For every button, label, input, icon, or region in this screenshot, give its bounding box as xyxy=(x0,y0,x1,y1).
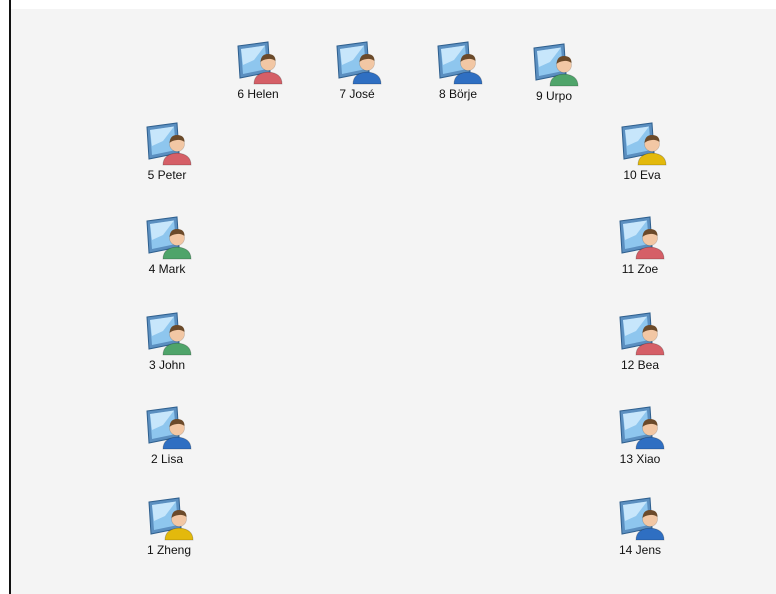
station-label: 11 Zoe xyxy=(621,262,659,276)
classroom-layout: 6 Helen 7 José 8 Börje 9 Urpo 5 Peter 4 … xyxy=(11,9,776,594)
station-label: 12 Bea xyxy=(620,358,660,372)
student-computer-icon xyxy=(232,40,284,86)
station-8[interactable]: 8 Börje xyxy=(418,40,498,106)
station-11[interactable]: 11 Zoe xyxy=(600,215,680,281)
student-computer-icon xyxy=(614,215,666,261)
student-computer-icon xyxy=(614,405,666,451)
student-computer-icon xyxy=(528,42,580,88)
student-computer-icon xyxy=(614,496,666,542)
station-13[interactable]: 13 Xiao xyxy=(600,405,680,471)
student-computer-icon xyxy=(331,40,383,86)
station-label: 4 Mark xyxy=(148,262,186,276)
station-12[interactable]: 12 Bea xyxy=(600,311,680,377)
station-6[interactable]: 6 Helen xyxy=(218,40,298,106)
student-computer-icon xyxy=(614,311,666,357)
station-5[interactable]: 5 Peter xyxy=(127,121,207,187)
student-computer-icon xyxy=(141,121,193,167)
station-3[interactable]: 3 John xyxy=(127,311,207,377)
station-14[interactable]: 14 Jens xyxy=(600,496,680,562)
station-9[interactable]: 9 Urpo xyxy=(514,42,594,108)
station-label: 13 Xiao xyxy=(619,452,661,466)
station-label: 8 Börje xyxy=(438,87,478,101)
station-label: 7 José xyxy=(339,87,375,101)
station-10[interactable]: 10 Eva xyxy=(602,121,682,187)
station-1[interactable]: 1 Zheng xyxy=(129,496,209,562)
station-4[interactable]: 4 Mark xyxy=(127,215,207,281)
student-computer-icon xyxy=(432,40,484,86)
station-label: 1 Zheng xyxy=(146,543,192,557)
station-label: 5 Peter xyxy=(147,168,187,182)
station-label: 14 Jens xyxy=(618,543,662,557)
station-7[interactable]: 7 José xyxy=(317,40,397,106)
station-label: 3 John xyxy=(148,358,186,372)
student-computer-icon xyxy=(143,496,195,542)
student-computer-icon xyxy=(141,405,193,451)
student-computer-icon xyxy=(141,311,193,357)
station-label: 9 Urpo xyxy=(535,89,573,103)
station-2[interactable]: 2 Lisa xyxy=(127,405,207,471)
student-computer-icon xyxy=(141,215,193,261)
classroom-window: 6 Helen 7 José 8 Börje 9 Urpo 5 Peter 4 … xyxy=(0,0,776,594)
station-label: 2 Lisa xyxy=(150,452,184,466)
station-label: 6 Helen xyxy=(237,87,279,101)
student-computer-icon xyxy=(616,121,668,167)
station-label: 10 Eva xyxy=(623,168,661,182)
